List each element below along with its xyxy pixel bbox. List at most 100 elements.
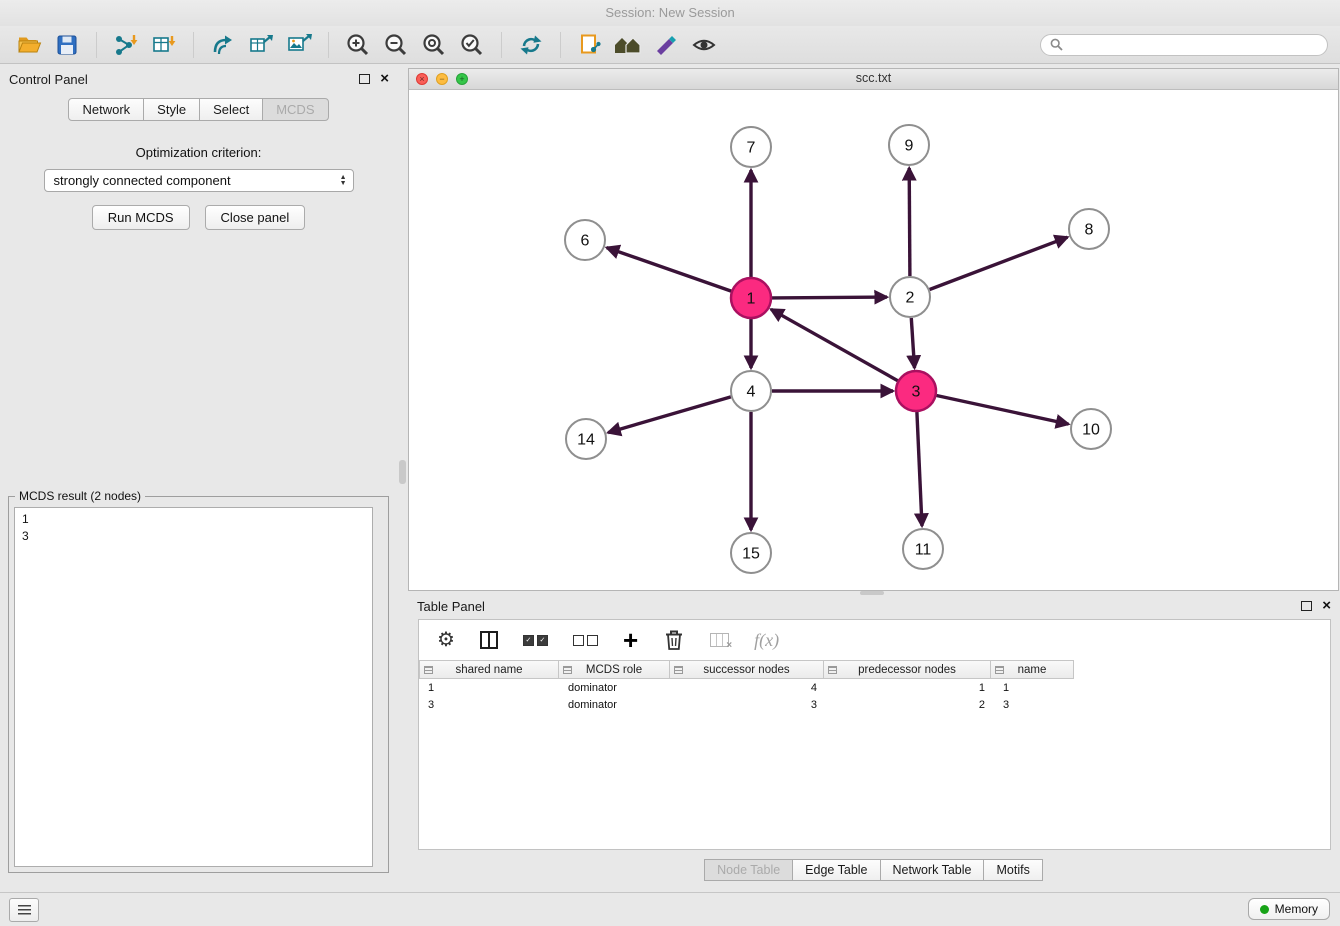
edge-3-10[interactable] — [937, 396, 1069, 425]
node-11[interactable]: 11 — [903, 529, 943, 569]
close-panel-button[interactable]: Close panel — [205, 205, 306, 230]
control-panel-tabs: NetworkStyleSelectMCDS — [0, 98, 397, 121]
table-row[interactable]: 1dominator411 — [419, 679, 1330, 696]
apply-layout-button[interactable] — [514, 30, 548, 60]
tab-select[interactable]: Select — [199, 98, 263, 121]
home-icon — [613, 32, 643, 58]
edge-2-8[interactable] — [930, 237, 1068, 289]
create-column-button[interactable]: + — [623, 629, 638, 651]
control-panel-header: Control Panel × — [0, 68, 397, 92]
svg-text:7: 7 — [747, 140, 756, 157]
node-1[interactable]: 1 — [731, 278, 771, 318]
search-box[interactable] — [1040, 34, 1328, 56]
table-cell: 1 — [994, 682, 1078, 694]
export-table-button[interactable] — [244, 30, 278, 60]
table-cell: dominator — [559, 699, 671, 711]
show-columns-button[interactable] — [480, 631, 498, 649]
tab-style[interactable]: Style — [143, 98, 200, 121]
minimize-window-button[interactable]: − — [436, 73, 448, 85]
network-graph[interactable]: 7 9 6 8 1 2 4 3 14 10 15 11 — [409, 89, 1338, 590]
toolbar-separator — [96, 32, 97, 58]
run-mcds-button[interactable]: Run MCDS — [92, 205, 190, 230]
node-2[interactable]: 2 — [890, 277, 930, 317]
divider-handle[interactable] — [399, 460, 406, 484]
vertical-panel-divider[interactable] — [397, 68, 408, 882]
titlebar: Session: New Session — [0, 0, 1340, 26]
zoom-selected-button[interactable] — [455, 30, 489, 60]
column-header-label: successor nodes — [703, 664, 789, 676]
edge-1-6[interactable] — [607, 248, 732, 292]
control-panel: Control Panel × NetworkStyleSelectMCDS O… — [0, 68, 397, 882]
deselect-all-columns-button[interactable] — [573, 635, 598, 646]
svg-text:10: 10 — [1082, 422, 1100, 439]
home-button[interactable] — [611, 30, 645, 60]
edge-3-11[interactable] — [917, 412, 922, 526]
zoom-out-icon — [383, 32, 409, 58]
network-window: × − + scc.txt 7968124314101511 — [408, 68, 1339, 591]
node-8[interactable]: 8 — [1069, 209, 1109, 249]
node-4[interactable]: 4 — [731, 371, 771, 411]
edge-3-1[interactable] — [771, 309, 898, 380]
export-network-icon — [210, 32, 236, 58]
node-3[interactable]: 3 — [896, 371, 936, 411]
panel-selector-button[interactable] — [9, 898, 39, 922]
table-cell: dominator — [559, 682, 671, 694]
list-icon — [18, 905, 31, 915]
node-6[interactable]: 6 — [565, 220, 605, 260]
edge-2-9[interactable] — [909, 168, 910, 276]
tab-network-table[interactable]: Network Table — [880, 859, 985, 881]
export-image-button[interactable] — [282, 30, 316, 60]
memory-status-dot — [1260, 905, 1269, 914]
select-all-columns-button[interactable]: ✓✓ — [523, 635, 548, 646]
column-header-successor-nodes[interactable]: successor nodes — [669, 660, 824, 679]
column-header-label: name — [1018, 664, 1047, 676]
column-header-mcds-role[interactable]: MCDS role — [558, 660, 670, 679]
node-10[interactable]: 10 — [1071, 409, 1111, 449]
zoom-in-button[interactable] — [341, 30, 375, 60]
edge-1-2[interactable] — [772, 297, 887, 298]
show-hide-button[interactable] — [687, 30, 721, 60]
search-input[interactable] — [1069, 37, 1318, 53]
column-header-shared-name[interactable]: shared name — [419, 660, 559, 679]
float-panel-icon[interactable] — [359, 74, 370, 84]
copy-view-button[interactable] — [573, 30, 607, 60]
node-7[interactable]: 7 — [731, 127, 771, 167]
close-window-button[interactable]: × — [416, 73, 428, 85]
edge-4-14[interactable] — [608, 397, 731, 433]
zoom-out-button[interactable] — [379, 30, 413, 60]
memory-button[interactable]: Memory — [1248, 898, 1330, 920]
column-header-predecessor-nodes[interactable]: predecessor nodes — [823, 660, 991, 679]
criterion-dropdown[interactable]: strongly connected component ▲▼ — [44, 169, 354, 192]
node-14[interactable]: 14 — [566, 419, 606, 459]
table-row[interactable]: 3dominator323 — [419, 696, 1330, 713]
zoom-fit-button[interactable] — [417, 30, 451, 60]
node-15[interactable]: 15 — [731, 533, 771, 573]
column-header-name[interactable]: name — [990, 660, 1074, 679]
close-control-panel-icon[interactable]: × — [380, 73, 389, 85]
style-wand-icon — [653, 32, 679, 58]
delete-column-button[interactable] — [663, 628, 685, 652]
export-network-button[interactable] — [206, 30, 240, 60]
svg-text:9: 9 — [905, 138, 914, 155]
zoom-fit-icon — [421, 32, 447, 58]
import-table-button[interactable] — [147, 30, 181, 60]
table-settings-button[interactable]: ⚙ — [437, 630, 455, 650]
open-session-button[interactable] — [12, 30, 46, 60]
table-cell: 1 — [826, 682, 994, 694]
tab-edge-table[interactable]: Edge Table — [792, 859, 880, 881]
maximize-window-button[interactable]: + — [456, 73, 468, 85]
close-table-panel-icon[interactable]: × — [1322, 600, 1331, 612]
tab-node-table[interactable]: Node Table — [704, 859, 793, 881]
tab-mcds[interactable]: MCDS — [262, 98, 328, 121]
style-wand-button[interactable] — [649, 30, 683, 60]
column-grid-icon — [828, 666, 837, 674]
float-panel-icon[interactable] — [1301, 601, 1312, 611]
save-session-button[interactable] — [50, 30, 84, 60]
mcds-result-text[interactable]: 1 3 — [14, 507, 373, 867]
tab-network[interactable]: Network — [68, 98, 144, 121]
edge-2-3[interactable] — [911, 318, 914, 368]
tab-motifs[interactable]: Motifs — [983, 859, 1042, 881]
node-9[interactable]: 9 — [889, 125, 929, 165]
svg-text:2: 2 — [906, 290, 915, 307]
import-network-button[interactable] — [109, 30, 143, 60]
